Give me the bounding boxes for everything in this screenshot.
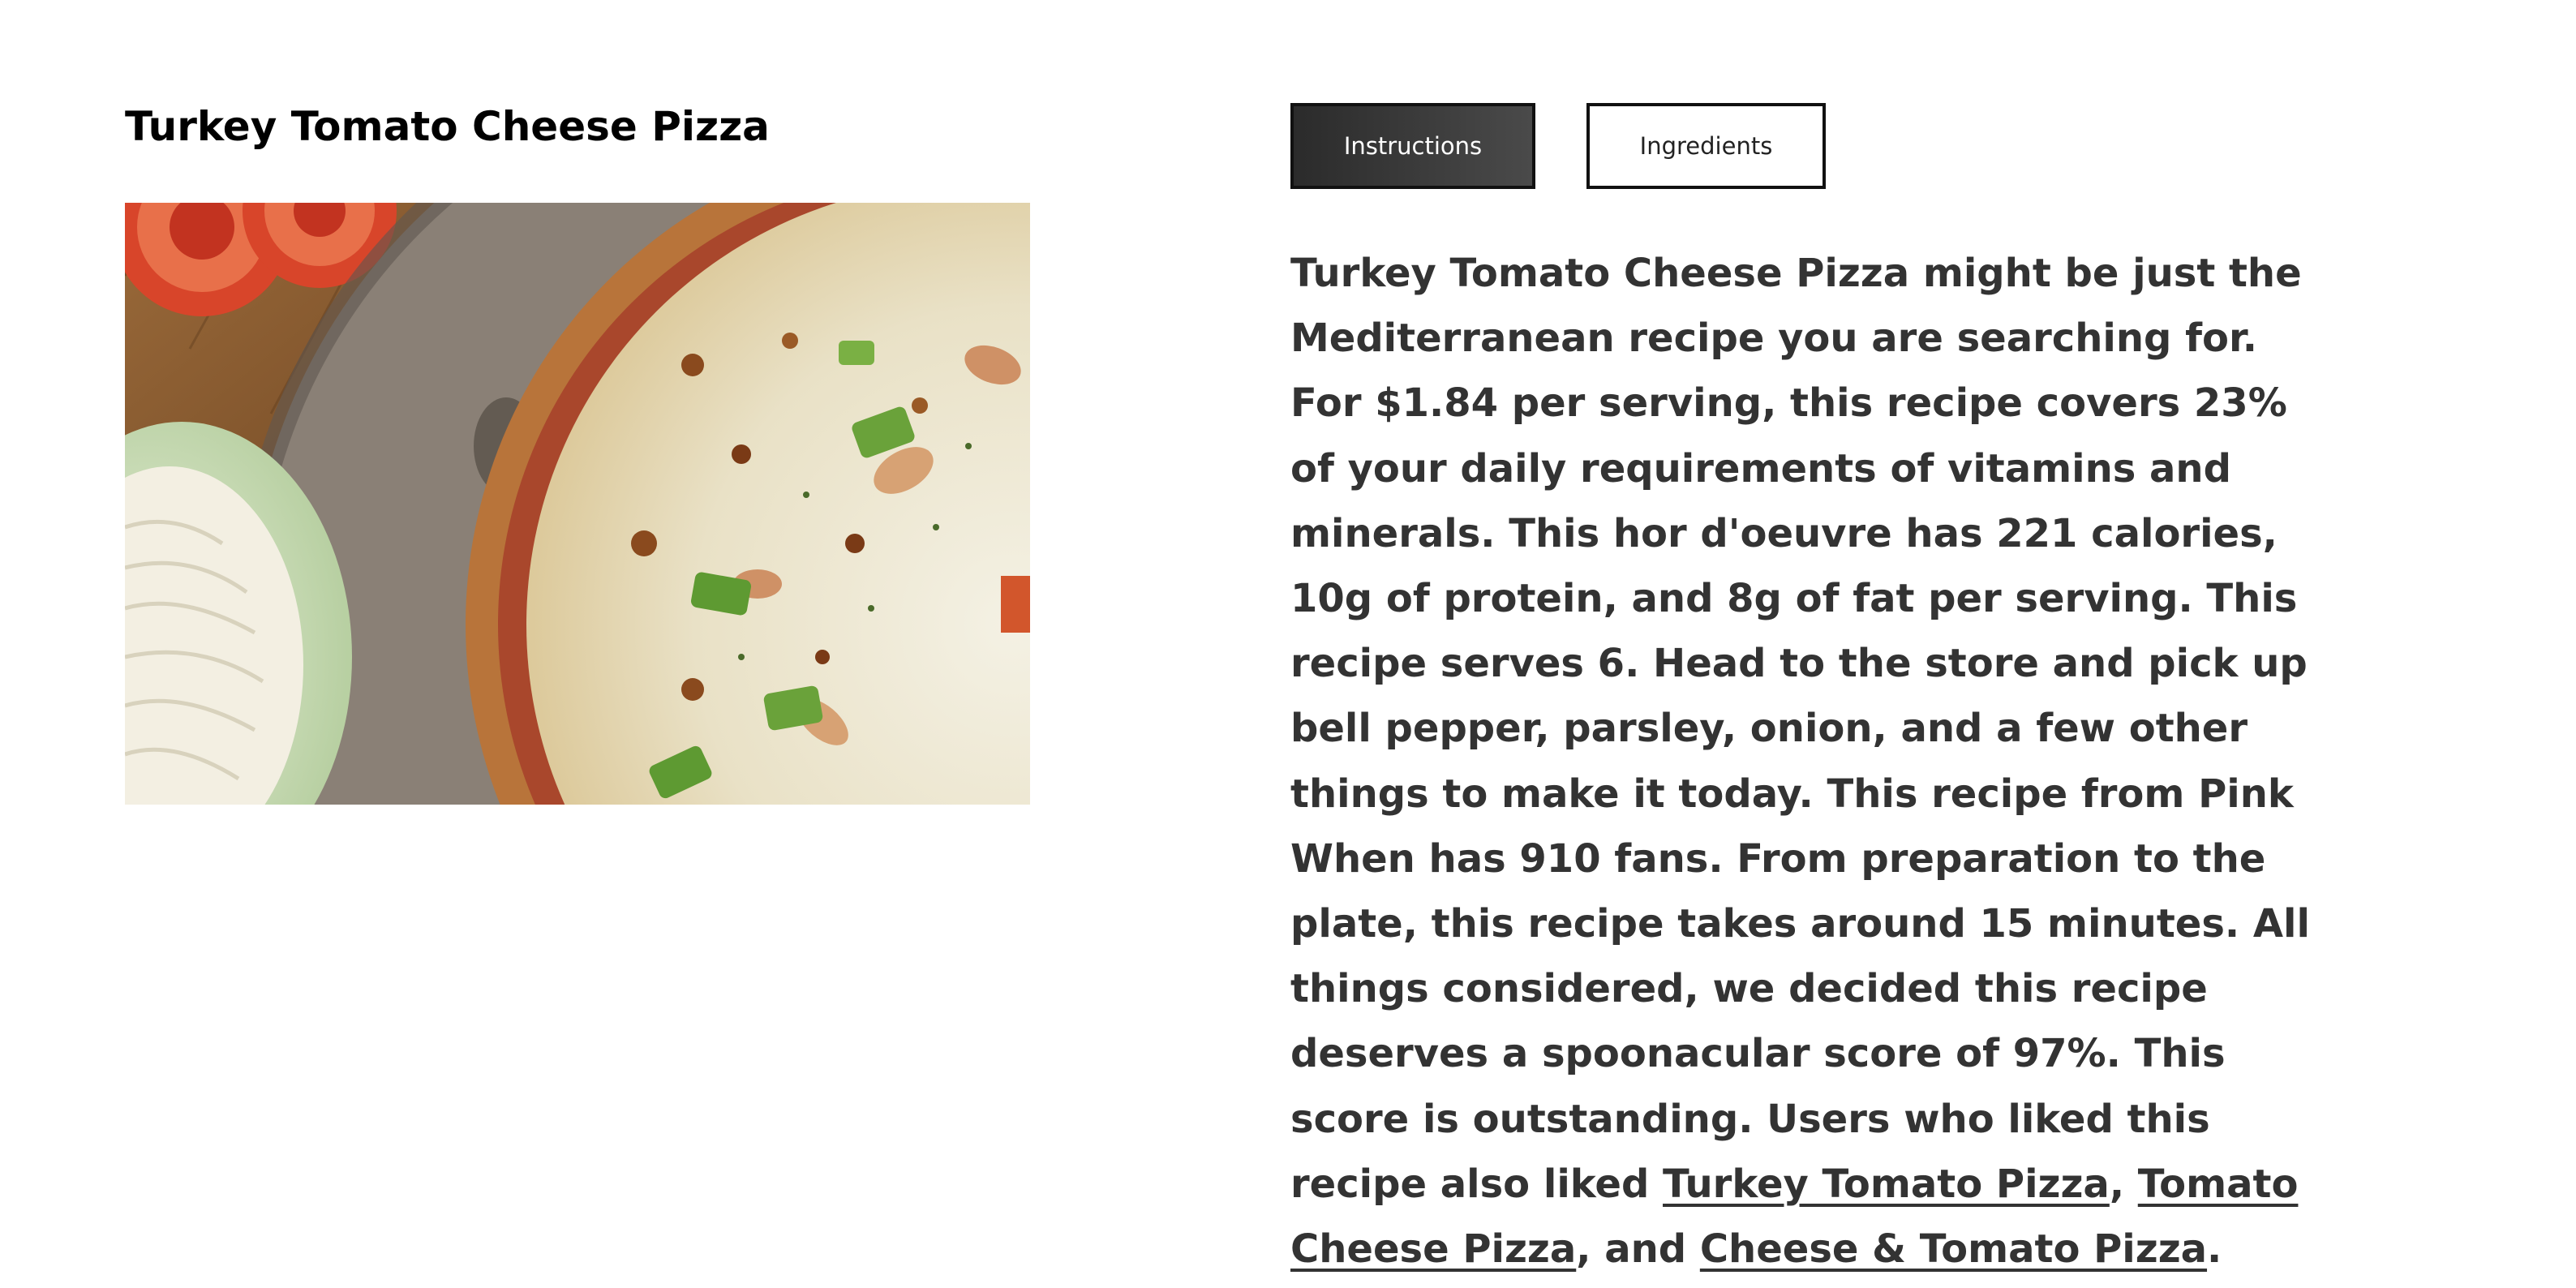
recipe-summary: Turkey Tomato Cheese Pizza might be just… — [1290, 241, 2329, 1282]
related-recipe-link-turkey-tomato-pizza[interactable]: Turkey Tomato Pizza — [1663, 1161, 2110, 1207]
recipe-image — [125, 203, 1030, 805]
summary-end: . — [2207, 1226, 2222, 1273]
summary-text: Turkey Tomato Cheese Pizza might be just… — [1290, 251, 2310, 1207]
related-recipe-link-cheese-tomato-pizza[interactable]: Cheese & Tomato Pizza — [1700, 1226, 2207, 1272]
summary-separator: , — [2109, 1161, 2138, 1207]
tab-ingredients[interactable]: Ingredients — [1586, 103, 1826, 189]
recipe-title: Turkey Tomato Cheese Pizza — [125, 103, 770, 150]
tab-instructions[interactable]: Instructions — [1290, 103, 1535, 189]
summary-separator: , and — [1576, 1226, 1700, 1273]
